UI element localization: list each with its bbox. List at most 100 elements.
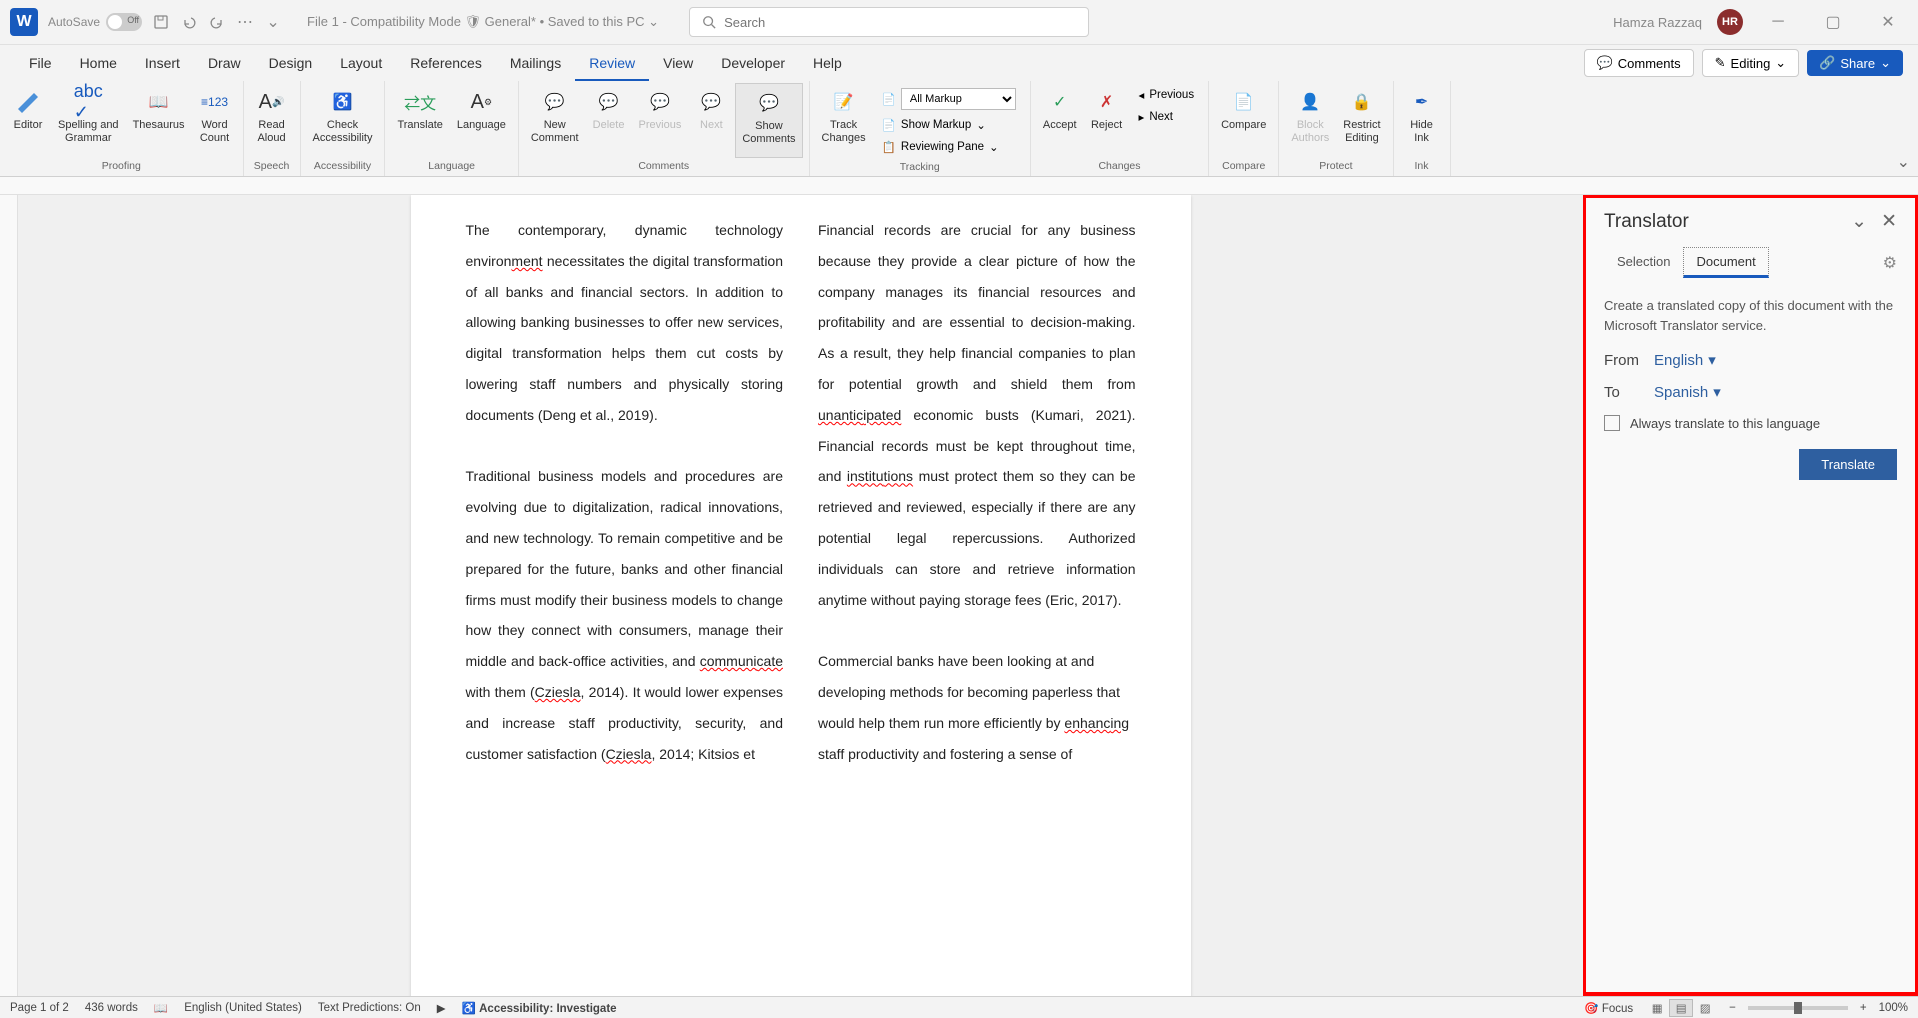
tab-review[interactable]: Review (575, 47, 649, 81)
translator-settings-icon[interactable]: ⚙ (1883, 253, 1897, 273)
share-button[interactable]: 🔗 Share ⌄ (1807, 50, 1903, 76)
read-aloud-button[interactable]: A🔊Read Aloud (250, 83, 294, 158)
tab-references[interactable]: References (396, 47, 496, 81)
accept-button[interactable]: ✓Accept (1037, 83, 1083, 158)
tab-insert[interactable]: Insert (131, 47, 194, 81)
qat-dropdown-icon[interactable]: ⌄ (264, 13, 282, 31)
document-title[interactable]: File 1 - Compatibility Mode 🛡 General* •… (307, 14, 659, 30)
compare-button[interactable]: 📄Compare (1215, 83, 1272, 158)
close-icon[interactable]: ✕ (1868, 7, 1908, 37)
language-button[interactable]: A⚙Language (451, 83, 512, 158)
accessibility-status[interactable]: ♿ Accessibility: Investigate (462, 1001, 617, 1015)
from-language-value: English (1654, 352, 1703, 369)
pane-close-icon[interactable]: ✕ (1881, 210, 1897, 233)
accessibility-label: Check Accessibility (313, 119, 373, 145)
tab-document[interactable]: Document (1683, 247, 1768, 278)
hide-ink-button[interactable]: ✒Hide Ink (1400, 83, 1444, 158)
show-comments-button[interactable]: 💬Show Comments (735, 83, 802, 158)
tab-selection[interactable]: Selection (1604, 247, 1683, 278)
tab-layout[interactable]: Layout (326, 47, 396, 81)
tab-design[interactable]: Design (255, 47, 327, 81)
markup-dropdown[interactable]: All Markup (901, 88, 1016, 110)
ink-group-label: Ink (1415, 158, 1429, 174)
prev-change-item[interactable]: ◂ Previous (1133, 85, 1201, 105)
group-speech: A🔊Read Aloud Speech (244, 81, 301, 176)
horizontal-ruler[interactable] (0, 177, 1918, 195)
save-icon[interactable] (152, 13, 170, 31)
markup-select[interactable]: 📄 All Markup (876, 85, 1022, 113)
editing-button[interactable]: ✎ Editing ⌄ (1702, 49, 1800, 77)
autosave-toggle[interactable]: AutoSave (48, 13, 142, 31)
language-status[interactable]: English (United States) (184, 1002, 302, 1014)
pane-collapse-icon[interactable]: ⌄ (1851, 210, 1867, 233)
from-language-select[interactable]: English ▾ (1654, 351, 1716, 369)
redo-icon[interactable] (208, 13, 226, 31)
text-predictions-status[interactable]: Text Predictions: On (318, 1002, 421, 1014)
toggle-switch[interactable] (106, 13, 142, 31)
user-avatar[interactable]: HR (1717, 9, 1743, 35)
show-markup-item[interactable]: 📄 Show Markup ⌄ (876, 115, 1022, 135)
column-2[interactable]: Financial records are crucial for any bu… (818, 215, 1136, 996)
read-mode-icon[interactable]: ▦ (1645, 999, 1669, 1017)
text: communi (700, 653, 757, 669)
document-scroll[interactable]: The contemporary, dynamic technology env… (18, 195, 1583, 996)
text: ipated (863, 407, 901, 423)
collapse-ribbon-icon[interactable]: ⌄ (1897, 152, 1910, 172)
ribbon-tabs: File Home Insert Draw Design Layout Refe… (0, 45, 1918, 81)
tab-view[interactable]: View (649, 47, 707, 81)
new-comment-button[interactable]: 💬New Comment (525, 83, 585, 158)
track-changes-label: Track Changes (822, 119, 866, 145)
translate-button[interactable]: Translate (1799, 449, 1897, 480)
next-change-item[interactable]: ▸ Next (1133, 107, 1201, 127)
restrict-editing-button[interactable]: 🔒Restrict Editing (1337, 83, 1386, 158)
tab-help[interactable]: Help (799, 47, 856, 81)
reviewing-pane-label: Reviewing Pane (901, 141, 984, 153)
protect-group-label: Protect (1319, 158, 1352, 174)
vertical-ruler[interactable] (0, 195, 18, 996)
spelling-button[interactable]: abc✓Spelling and Grammar (52, 83, 125, 158)
zoom-level[interactable]: 100% (1879, 1002, 1908, 1014)
check-accessibility-button[interactable]: ♿Check Accessibility (307, 83, 379, 158)
word-count-status[interactable]: 436 words (85, 1002, 138, 1014)
always-translate-checkbox[interactable] (1604, 415, 1620, 431)
translator-description: Create a translated copy of this documen… (1604, 296, 1897, 335)
focus-mode[interactable]: 🎯 Focus (1584, 1001, 1633, 1015)
qat-more-icon[interactable]: ⋯ (236, 13, 254, 31)
text: cate (757, 653, 783, 669)
editor-button[interactable]: Editor (6, 83, 50, 158)
zoom-in-icon[interactable]: + (1860, 1002, 1867, 1014)
wordcount-button[interactable]: ≡123Word Count (193, 83, 237, 158)
prev-comment-label: Previous (639, 119, 682, 132)
translate-button[interactable]: ⇄文Translate (391, 83, 448, 158)
tab-home[interactable]: Home (66, 47, 131, 81)
search-input[interactable] (724, 15, 1076, 30)
zoom-out-icon[interactable]: − (1729, 1002, 1736, 1014)
reviewing-pane-item[interactable]: 📋 Reviewing Pane ⌄ (876, 137, 1022, 157)
reject-button[interactable]: ✗Reject (1085, 83, 1129, 158)
undo-icon[interactable] (180, 13, 198, 31)
web-layout-icon[interactable]: ▨ (1693, 999, 1717, 1017)
maximize-icon[interactable]: ▢ (1813, 7, 1853, 37)
thesaurus-button[interactable]: 📖Thesaurus (127, 83, 191, 158)
text: Traditional business models and procedur… (466, 468, 784, 669)
print-layout-icon[interactable]: ▤ (1669, 999, 1693, 1017)
tab-mailings[interactable]: Mailings (496, 47, 575, 81)
page-status[interactable]: Page 1 of 2 (10, 1002, 69, 1014)
column-1[interactable]: The contemporary, dynamic technology env… (466, 215, 784, 996)
translator-pane: Translator ⌄ ✕ Selection Document ⚙ Crea… (1583, 195, 1918, 996)
spell-check-icon[interactable]: 📖 (154, 1001, 168, 1015)
user-name[interactable]: Hamza Razzaq (1613, 15, 1702, 30)
search-box[interactable] (689, 7, 1089, 37)
to-language-select[interactable]: Spanish ▾ (1654, 383, 1721, 401)
tab-developer[interactable]: Developer (707, 47, 799, 81)
track-changes-button[interactable]: 📝Track Changes (816, 83, 872, 158)
tab-file[interactable]: File (15, 47, 66, 81)
minimize-icon[interactable]: ─ (1758, 7, 1798, 37)
wordcount-label: Word Count (200, 119, 229, 145)
macro-status-icon[interactable]: ▶ (437, 1001, 446, 1015)
from-label: From (1604, 352, 1644, 369)
page[interactable]: The contemporary, dynamic technology env… (411, 195, 1191, 996)
tab-draw[interactable]: Draw (194, 47, 255, 81)
comments-button[interactable]: 💬 Comments (1584, 49, 1694, 77)
zoom-slider[interactable] (1748, 1006, 1848, 1010)
